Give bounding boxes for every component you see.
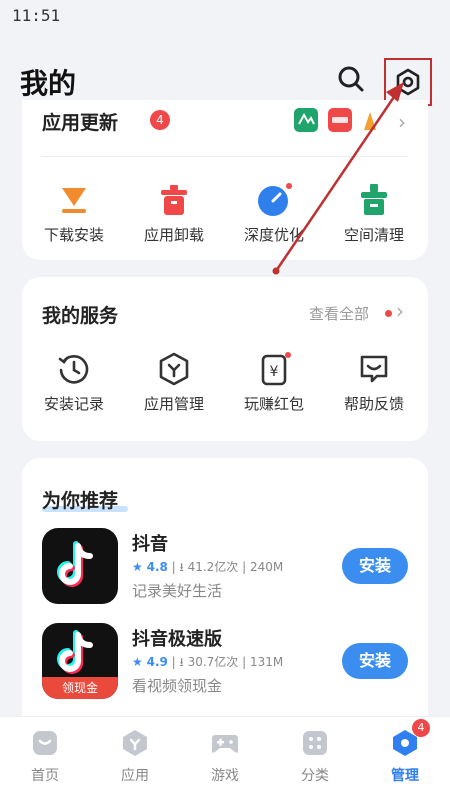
tab-label: 游戏 bbox=[211, 768, 239, 784]
service-label: 帮助反馈 bbox=[343, 395, 404, 413]
chevron-right-icon[interactable]: › bbox=[398, 110, 406, 134]
download-count-icon: ⭳ bbox=[179, 655, 184, 669]
tiktok-icon bbox=[57, 541, 93, 587]
updates-count-badge: 4 bbox=[150, 110, 170, 130]
app-meta: ★ 4.9 | ⭳ 30.7亿次 | 131M bbox=[132, 655, 284, 669]
app-row[interactable]: 抖音 ★ 4.8 | ⭳ 41.2亿次 | 240M 记录美好生活 安装 bbox=[22, 528, 428, 608]
status-bar: 11:51 bbox=[0, 0, 450, 34]
app-name: 抖音极速版 bbox=[132, 629, 222, 650]
tool-label: 下载安装 bbox=[43, 226, 104, 244]
app-size: 131M bbox=[249, 655, 284, 669]
cleanup-icon bbox=[361, 184, 387, 215]
tab-label: 管理 bbox=[391, 768, 419, 784]
category-icon bbox=[303, 731, 327, 755]
app-description: 看视频领现金 bbox=[132, 677, 223, 695]
app-size: 240M bbox=[249, 560, 284, 574]
recommend-card: 为你推荐 抖音 ★ 4.8 | ⭳ 41.2亿次 | 240M 记录美好生活 安… bbox=[22, 458, 428, 738]
page-title: 我的 bbox=[20, 67, 77, 100]
app-row[interactable]: 领现金 抖音极速版 ★ 4.9 | ⭳ 30.7亿次 | 131M 看视频领现金… bbox=[22, 623, 428, 703]
install-button[interactable]: 安装 bbox=[342, 548, 408, 584]
service-label: 安装记录 bbox=[43, 395, 104, 413]
app-update-icon bbox=[364, 112, 376, 130]
star-icon: ★ bbox=[132, 560, 143, 574]
install-button[interactable]: 安装 bbox=[342, 643, 408, 679]
red-packet-icon: ¥ bbox=[261, 352, 291, 386]
app-icon[interactable] bbox=[42, 528, 118, 604]
home-icon bbox=[33, 731, 57, 755]
tool-label: 深度优化 bbox=[243, 226, 304, 244]
search-button[interactable] bbox=[334, 62, 368, 96]
tab-manage[interactable]: 4 管理 bbox=[360, 719, 450, 791]
status-time: 11:51 bbox=[12, 6, 61, 25]
service-app-manage[interactable]: 应用管理 bbox=[124, 349, 224, 419]
tab-apps[interactable]: 应用 bbox=[90, 727, 180, 791]
svg-text:¥: ¥ bbox=[270, 364, 279, 380]
tool-uninstall[interactable]: 应用卸载 bbox=[124, 180, 224, 250]
feedback-icon bbox=[360, 355, 388, 383]
see-all-link[interactable]: 查看全部 bbox=[309, 303, 369, 324]
app-downloads: 41.2亿次 bbox=[187, 560, 239, 574]
bottom-tab-bar: 首页 应用 游戏 分类 4 管理 bbox=[0, 716, 450, 799]
history-icon bbox=[58, 355, 89, 384]
service-row: 安装记录 应用管理 ¥ 玩赚红包 帮助反馈 bbox=[22, 349, 428, 419]
app-downloads: 30.7亿次 bbox=[187, 655, 239, 669]
tab-category[interactable]: 分类 bbox=[270, 727, 360, 791]
app-name: 抖音 bbox=[132, 534, 168, 555]
settings-icon bbox=[396, 68, 420, 96]
tool-label: 应用卸载 bbox=[143, 226, 204, 244]
tool-row: 下载安装 应用卸载 深度优化 空间清理 bbox=[22, 180, 428, 250]
chevron-right-icon[interactable]: › bbox=[396, 299, 404, 323]
app-icon[interactable]: 领现金 bbox=[42, 623, 118, 699]
app-meta: ★ 4.8 | ⭳ 41.2亿次 | 240M bbox=[132, 560, 284, 574]
tool-download[interactable]: 下载安装 bbox=[24, 180, 124, 250]
service-help-feedback[interactable]: 帮助反馈 bbox=[324, 349, 424, 419]
tab-games[interactable]: 游戏 bbox=[180, 727, 270, 791]
tool-cleanup[interactable]: 空间清理 bbox=[324, 180, 424, 250]
tab-label: 分类 bbox=[301, 768, 329, 784]
tab-label: 应用 bbox=[121, 768, 149, 784]
uninstall-icon bbox=[161, 185, 187, 215]
gamepad-icon bbox=[212, 735, 238, 753]
tab-label: 首页 bbox=[31, 768, 59, 784]
updates-card: 应用更新 4 › 下载安装 应用卸载 深度优化 空间清理 bbox=[22, 100, 428, 260]
recommend-title: 为你推荐 bbox=[42, 490, 119, 512]
services-card: 我的服务 查看全部 › 安装记录 应用管理 ¥ 玩赚红包 帮助反馈 bbox=[22, 277, 428, 441]
notification-dot bbox=[385, 310, 392, 317]
settings-button[interactable] bbox=[384, 58, 432, 106]
services-title: 我的服务 bbox=[42, 305, 119, 327]
app-rating: 4.9 bbox=[146, 655, 168, 669]
download-icon bbox=[62, 188, 86, 213]
service-label: 应用管理 bbox=[143, 395, 204, 413]
download-count-icon: ⭳ bbox=[179, 560, 184, 574]
optimize-icon bbox=[258, 183, 292, 216]
apps-icon bbox=[123, 730, 147, 756]
app-manage-icon bbox=[159, 352, 189, 386]
tab-home[interactable]: 首页 bbox=[0, 727, 90, 791]
updates-title[interactable]: 应用更新 bbox=[42, 108, 118, 135]
divider bbox=[42, 156, 408, 157]
service-red-packet[interactable]: ¥ 玩赚红包 bbox=[224, 349, 324, 419]
app-rating: 4.8 bbox=[146, 560, 168, 574]
service-label: 玩赚红包 bbox=[243, 395, 304, 413]
cash-banner: 领现金 bbox=[42, 677, 118, 699]
service-install-history[interactable]: 安装记录 bbox=[24, 349, 124, 419]
tool-label: 空间清理 bbox=[343, 226, 404, 244]
search-icon bbox=[338, 66, 364, 92]
star-icon: ★ bbox=[132, 655, 143, 669]
app-description: 记录美好生活 bbox=[132, 582, 223, 600]
manage-badge: 4 bbox=[412, 719, 430, 737]
tool-optimize[interactable]: 深度优化 bbox=[224, 180, 324, 250]
